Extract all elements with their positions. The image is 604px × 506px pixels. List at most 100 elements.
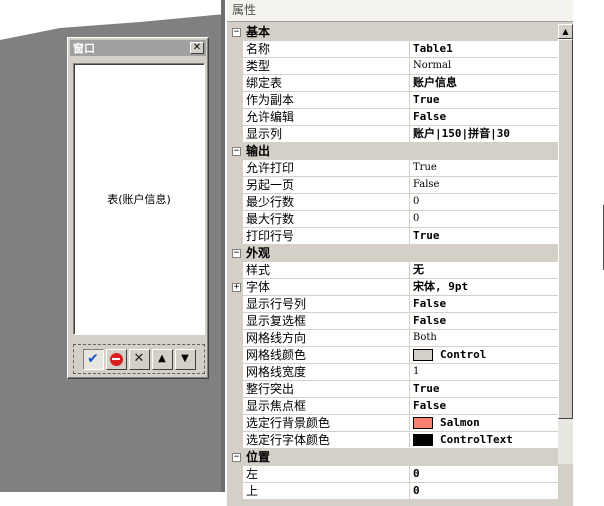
property-value[interactable]: 0 — [410, 194, 558, 211]
property-scrollbar[interactable]: ▲ — [558, 24, 573, 464]
property-value-text: 0 — [413, 484, 420, 497]
property-row[interactable]: 作为副本 True — [230, 92, 558, 109]
property-value[interactable]: 账户信息 — [410, 75, 558, 92]
property-row[interactable]: 网格线方向 Both — [230, 330, 558, 347]
category-gutter: − — [230, 24, 243, 41]
form-title: 窗口 — [73, 42, 95, 55]
property-row[interactable]: 允许打印 True — [230, 160, 558, 177]
property-name: 字体 — [243, 279, 410, 296]
property-row[interactable]: 最大行数 0 — [230, 211, 558, 228]
property-category[interactable]: − 位置 — [230, 449, 558, 466]
category-label: 输出 — [246, 144, 271, 158]
property-value[interactable]: ControlText — [410, 432, 558, 449]
collapse-icon[interactable]: − — [232, 249, 241, 258]
property-category[interactable]: − 基本 — [230, 24, 558, 41]
property-value-text: 0 — [413, 213, 420, 224]
property-value[interactable]: True — [410, 92, 558, 109]
confirm-button[interactable]: ✔ — [82, 348, 104, 370]
property-category[interactable]: − 外观 — [230, 245, 558, 262]
property-row[interactable]: 类型 Normal — [230, 58, 558, 75]
canvas-splitter[interactable] — [221, 0, 225, 492]
property-value[interactable]: False — [410, 313, 558, 330]
property-row[interactable]: 样式无 — [230, 262, 558, 279]
property-row[interactable]: 最少行数 0 — [230, 194, 558, 211]
property-value[interactable]: True — [410, 381, 558, 398]
property-row[interactable]: + 字体 宋体, 9pt — [230, 279, 558, 296]
property-value[interactable]: 宋体, 9pt — [410, 279, 558, 296]
property-row[interactable]: 网格线宽度 1 — [230, 364, 558, 381]
property-value[interactable]: False — [410, 177, 558, 194]
row-gutter — [230, 466, 243, 483]
property-row[interactable]: 名称 Table1 — [230, 41, 558, 58]
property-row[interactable]: 打印行号 True — [230, 228, 558, 245]
property-name: 左 — [243, 466, 410, 483]
property-value[interactable]: Table1 — [410, 41, 558, 58]
property-name: 显示行号列 — [243, 296, 410, 313]
property-value[interactable]: False — [410, 296, 558, 313]
property-row[interactable]: 另起一页 False — [230, 177, 558, 194]
property-row[interactable]: 显示焦点框 False — [230, 398, 558, 415]
property-value[interactable]: 1 — [410, 364, 558, 381]
property-name: 类型 — [243, 58, 410, 75]
property-value[interactable]: Salmon — [410, 415, 558, 432]
row-gutter — [230, 313, 243, 330]
collapse-icon[interactable]: − — [232, 453, 241, 462]
property-value-text: True — [413, 162, 437, 173]
property-row[interactable]: 选定行背景颜色 Salmon — [230, 415, 558, 432]
row-gutter — [230, 432, 243, 449]
property-value[interactable]: True — [410, 228, 558, 245]
property-name: 网格线方向 — [243, 330, 410, 347]
property-value[interactable]: 账户|150|拼音|30 — [410, 126, 558, 143]
stop-button[interactable] — [105, 348, 127, 370]
close-icon[interactable]: ✕ — [190, 42, 204, 54]
property-value[interactable]: False — [410, 109, 558, 126]
property-value[interactable]: 0 — [410, 211, 558, 228]
form-window[interactable]: 窗口 ✕ 表(账户信息) ✔ ✕ ▲ ▼ — [67, 37, 209, 379]
form-titlebar[interactable]: 窗口 ✕ — [70, 40, 206, 56]
property-category[interactable]: − 输出 — [230, 143, 558, 160]
checkmark-icon: ✔ — [87, 351, 99, 367]
row-gutter — [230, 160, 243, 177]
property-value[interactable]: 0 — [410, 483, 558, 500]
property-row[interactable]: 网格线颜色 Control — [230, 347, 558, 364]
property-value[interactable]: 无 — [410, 262, 558, 279]
collapse-icon[interactable]: − — [232, 147, 241, 156]
property-value[interactable]: Control — [410, 347, 558, 364]
collapse-icon[interactable]: − — [232, 28, 241, 37]
property-grid[interactable]: − 基本 名称 Table1 类型 Normal 绑定表 账户信息 作为副本 True 允许编辑 Fa… — [230, 24, 558, 500]
row-gutter — [230, 483, 243, 500]
row-gutter — [230, 92, 243, 109]
color-swatch — [413, 349, 433, 361]
property-value[interactable]: Normal — [410, 58, 558, 75]
property-row[interactable]: 显示复选框 False — [230, 313, 558, 330]
property-row[interactable]: 显示列 账户|150|拼音|30 — [230, 126, 558, 143]
property-value-text: Both — [413, 332, 437, 343]
expand-icon[interactable]: + — [232, 283, 241, 292]
property-value[interactable]: Both — [410, 330, 558, 347]
scroll-up-button[interactable]: ▲ — [558, 24, 573, 39]
property-name: 允许打印 — [243, 160, 410, 177]
row-gutter — [230, 109, 243, 126]
property-row[interactable]: 上0 — [230, 483, 558, 500]
arrow-up-icon: ▲ — [158, 353, 166, 364]
property-value[interactable]: 0 — [410, 466, 558, 483]
property-name: 上 — [243, 483, 410, 500]
table-control[interactable]: 表(账户信息) — [73, 63, 205, 335]
row-gutter: + — [230, 279, 243, 296]
row-gutter — [230, 415, 243, 432]
property-row[interactable]: 左0 — [230, 466, 558, 483]
delete-button[interactable]: ✕ — [128, 348, 150, 370]
property-row[interactable]: 显示行号列 False — [230, 296, 558, 313]
property-value[interactable]: True — [410, 160, 558, 177]
move-down-button[interactable]: ▼ — [174, 348, 196, 370]
property-row[interactable]: 整行突出 True — [230, 381, 558, 398]
property-row[interactable]: 绑定表 账户信息 — [230, 75, 558, 92]
property-value[interactable]: False — [410, 398, 558, 415]
property-name: 显示焦点框 — [243, 398, 410, 415]
scroll-thumb[interactable] — [558, 39, 573, 419]
stop-icon — [109, 352, 123, 366]
property-row[interactable]: 选定行字体颜色 ControlText — [230, 432, 558, 449]
property-row[interactable]: 允许编辑 False — [230, 109, 558, 126]
category-label: 位置 — [246, 450, 271, 464]
move-up-button[interactable]: ▲ — [151, 348, 173, 370]
